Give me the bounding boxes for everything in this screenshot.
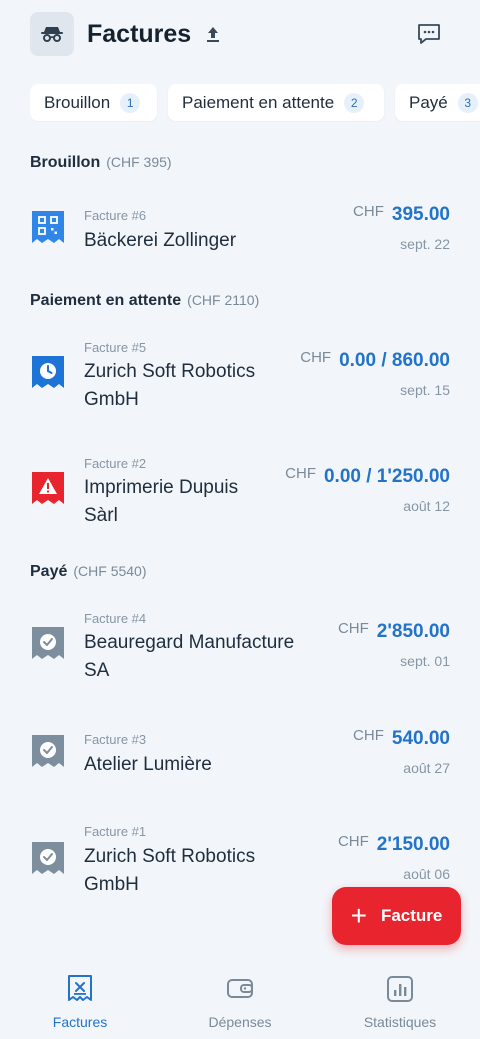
page-title: Factures [87, 20, 192, 48]
app-header: Factures [0, 0, 480, 72]
chip-count: 2 [344, 92, 365, 113]
invoice-amount: CHF 0.00 / 1'250.00 [285, 465, 450, 488]
chip-count: 1 [120, 92, 141, 113]
amount-value: 2'150.00 [376, 834, 450, 855]
client-name: Beauregard Manufacture SA [84, 632, 295, 681]
nav-tab-statistiques[interactable]: Statistiques [320, 958, 480, 1039]
client-name: Zurich Soft Robotics GmbH [84, 361, 256, 410]
section-total: (CHF 2110) [187, 292, 260, 308]
invoice-row[interactable]: Facture #3 Atelier Lumière CHF 540.00 aoû… [0, 718, 480, 808]
currency: CHF [353, 203, 384, 220]
section-total: (CHF 395) [106, 154, 172, 170]
chip-label: Brouillon [44, 92, 111, 112]
invoice-date: sept. 22 [400, 236, 450, 252]
nav-tab-depenses[interactable]: Dépenses [160, 958, 320, 1039]
nav-label: Statistiques [363, 1014, 437, 1030]
wallet-icon [227, 979, 253, 998]
invoice-number: Facture #3 [84, 732, 147, 747]
warning-icon [32, 472, 64, 504]
filter-chip-paye[interactable]: Payé 3 [395, 84, 480, 121]
currency: CHF [337, 833, 369, 850]
invoice-date: sept. 01 [400, 653, 450, 669]
chart-icon [387, 976, 413, 1002]
qr-code-icon [32, 211, 64, 243]
invoice-row[interactable]: Facture #2 Imprimerie Dupuis Sàrl CHF 0.0… [0, 446, 480, 554]
client-name: Imprimerie Dupuis Sàrl [84, 477, 239, 526]
invoice-number: Facture #5 [84, 340, 147, 355]
chat-icon[interactable] [416, 22, 442, 46]
invoice-amount: CHF 540.00 [353, 727, 450, 750]
section-title: Paiement en attente [30, 292, 182, 309]
chip-count: 3 [457, 92, 478, 113]
bottom-nav: Factures Dépenses Statistiques [0, 958, 480, 1039]
plus-icon: + [350, 900, 367, 931]
invoice-number: Facture #2 [84, 456, 147, 471]
invoice-row[interactable]: Facture #5 Zurich Soft Robotics GmbH CHF… [0, 330, 480, 438]
invoice-date: sept. 15 [400, 382, 450, 398]
invoice-amount: CHF 395.00 [353, 203, 450, 226]
invoice-row[interactable]: Facture #4 Beauregard Manufacture SA CHF… [0, 601, 480, 709]
invoice-amount: CHF 0.00 / 860.00 [300, 349, 450, 372]
nav-label: Factures [52, 1014, 108, 1030]
clock-icon [32, 356, 64, 388]
check-icon [32, 627, 64, 659]
new-invoice-button[interactable]: + Facture [332, 887, 461, 945]
section-title: Payé [30, 563, 68, 580]
fab-label: Facture [380, 906, 443, 925]
invoice-number: Facture #6 [84, 208, 147, 223]
amount-value: 395.00 [391, 204, 450, 225]
currency: CHF [337, 620, 369, 637]
invoice-date: août 06 [403, 866, 450, 882]
section-header-paid: Payé (CHF 5540) [30, 563, 147, 581]
section-total: (CHF 5540) [73, 563, 147, 579]
currency: CHF [353, 727, 384, 744]
section-header-draft: Brouillon (CHF 395) [30, 154, 172, 172]
avatar[interactable] [30, 12, 74, 56]
client-name: Zurich Soft Robotics GmbH [84, 846, 256, 895]
check-icon [32, 735, 64, 767]
client-name: Bäckerei Zollinger [84, 230, 237, 251]
amount-value: 0.00 / 860.00 [339, 350, 450, 371]
section-header-pending: Paiement en attente (CHF 2110) [30, 292, 259, 310]
amount-value: 540.00 [391, 728, 450, 749]
amount-value: 2'850.00 [376, 621, 450, 642]
invoice-number: Facture #4 [84, 611, 147, 626]
section-title: Brouillon [30, 154, 101, 171]
invoice-date: août 27 [403, 760, 450, 776]
chip-label: Payé [409, 92, 448, 112]
invoice-row[interactable]: Facture #6 Bäckerei Zollinger CHF 395.00 … [0, 192, 480, 276]
check-icon [32, 842, 64, 874]
filter-chip-paiement-en-attente[interactable]: Paiement en attente 2 [168, 84, 384, 121]
upload-icon[interactable] [204, 25, 222, 43]
invoice-amount: CHF 2'850.00 [337, 620, 450, 643]
incognito-icon [41, 27, 63, 42]
filter-chips: Brouillon 1 Paiement en attente 2 Payé 3 [30, 84, 480, 122]
invoice-number: Facture #1 [84, 824, 147, 839]
nav-label: Dépenses [208, 1014, 272, 1030]
invoice-icon [68, 975, 92, 1001]
amount-value: 0.00 / 1'250.00 [323, 466, 450, 487]
nav-tab-factures[interactable]: Factures [0, 958, 160, 1039]
currency: CHF [300, 349, 332, 366]
currency: CHF [285, 465, 316, 482]
invoice-amount: CHF 2'150.00 [337, 833, 450, 856]
client-name: Atelier Lumière [84, 754, 212, 775]
invoice-date: août 12 [403, 498, 450, 514]
chip-label: Paiement en attente [182, 92, 335, 112]
filter-chip-brouillon[interactable]: Brouillon 1 [30, 84, 157, 121]
